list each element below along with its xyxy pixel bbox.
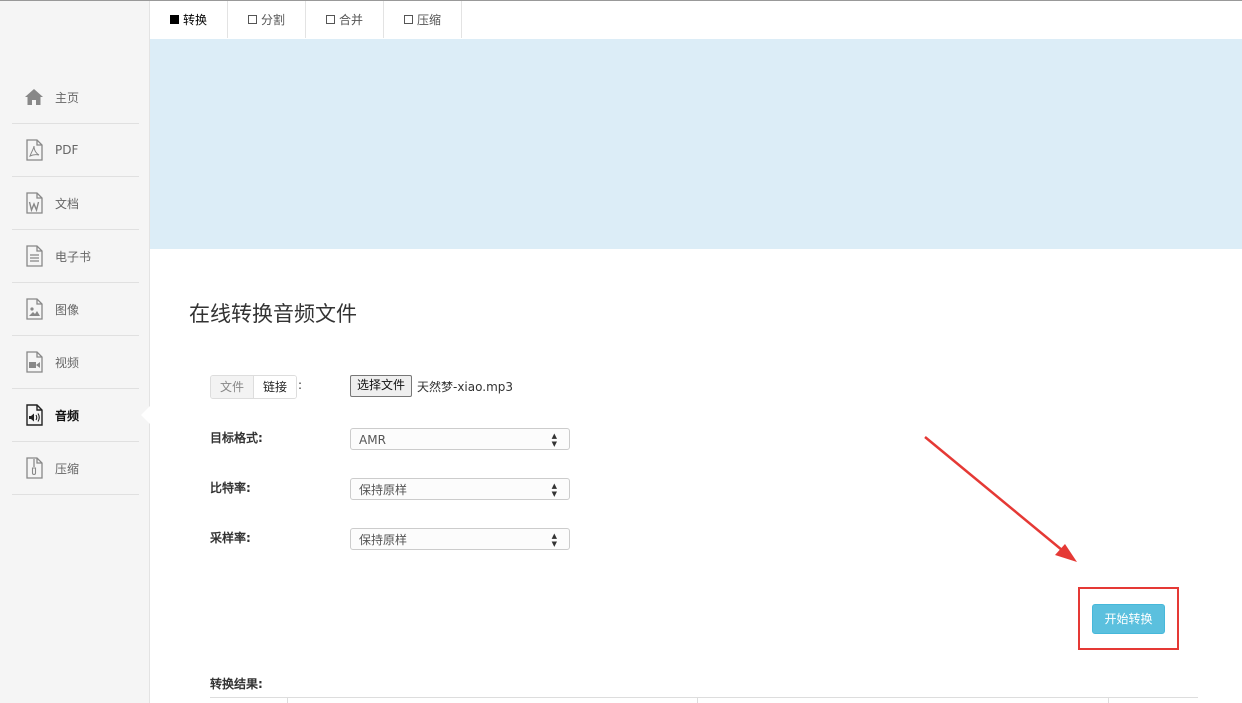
- page-title: 在线转换音频文件: [189, 302, 357, 326]
- result-label: 转换结果:: [210, 677, 263, 691]
- image-file-icon: [26, 298, 43, 320]
- word-file-icon: [26, 192, 43, 214]
- sidebar-item-label: 图像: [55, 302, 80, 317]
- sidebar-item-archive[interactable]: 压缩: [12, 442, 139, 495]
- sidebar-nav: 主页 PDF 文档 电子书 图像 视频 音频 压缩: [12, 71, 150, 495]
- target-format-label: 目标格式:: [210, 431, 263, 445]
- select-arrows-icon: ▲ ▼: [551, 482, 557, 498]
- checkbox-empty-icon: [248, 15, 258, 24]
- source-colon: :: [298, 378, 303, 392]
- sidebar-item-label: 视频: [55, 355, 80, 370]
- choose-file-button[interactable]: 选择文件: [350, 375, 413, 397]
- tab-convert[interactable]: 转换: [150, 1, 229, 38]
- result-table-border: [210, 697, 1198, 698]
- target-format-select[interactable]: AMR ▲ ▼: [350, 428, 570, 450]
- checkbox-empty-icon: [326, 15, 336, 24]
- tab-split[interactable]: 分割: [228, 1, 307, 38]
- sidebar: 主页 PDF 文档 电子书 图像 视频 音频 压缩: [0, 1, 150, 703]
- tab-label: 分割: [261, 13, 286, 27]
- sidebar-item-image[interactable]: 图像: [12, 283, 139, 336]
- sidebar-item-video[interactable]: 视频: [12, 336, 139, 389]
- sidebar-item-label: 主页: [55, 90, 80, 105]
- sidebar-item-label: 压缩: [55, 461, 80, 476]
- sidebar-item-ebook[interactable]: 电子书: [12, 230, 139, 283]
- source-link-option[interactable]: 链接: [254, 376, 297, 398]
- checkbox-filled-icon: [170, 15, 179, 24]
- archive-file-icon: [26, 457, 43, 479]
- select-arrows-icon: ▲ ▼: [551, 532, 557, 548]
- home-icon: [25, 89, 43, 105]
- sidebar-item-pdf[interactable]: PDF: [12, 124, 139, 177]
- sidebar-item-audio[interactable]: 音频: [12, 389, 150, 442]
- selected-file-name: 天然梦-xiao.mp3: [417, 380, 514, 394]
- bitrate-value: 保持原样: [359, 483, 408, 497]
- source-file-option[interactable]: 文件: [211, 376, 255, 398]
- tab-merge[interactable]: 合并: [306, 1, 385, 38]
- sample-rate-label: 采样率:: [210, 531, 251, 545]
- tab-compress[interactable]: 压缩: [384, 1, 463, 38]
- red-annotation-arrow: [924, 436, 1077, 562]
- sidebar-item-home[interactable]: 主页: [12, 71, 139, 124]
- video-file-icon: [26, 351, 43, 373]
- sample-rate-value: 保持原样: [359, 533, 408, 547]
- result-table-divider: [287, 697, 288, 703]
- source-toggle: 文件 链接: [210, 375, 298, 399]
- checkbox-empty-icon: [404, 15, 414, 24]
- ebook-file-icon: [26, 245, 43, 267]
- sidebar-item-label: 电子书: [55, 249, 92, 264]
- bitrate-label: 比特率:: [210, 481, 251, 495]
- pdf-file-icon: [26, 139, 43, 161]
- sidebar-item-label: 音频: [55, 408, 80, 423]
- result-table-divider: [1108, 697, 1109, 703]
- tab-label: 压缩: [417, 13, 442, 27]
- start-convert-button[interactable]: 开始转换: [1092, 604, 1165, 634]
- sidebar-item-label: PDF: [55, 143, 79, 157]
- tab-label: 转换: [183, 13, 208, 27]
- select-arrows-icon: ▲ ▼: [551, 432, 557, 448]
- result-table-divider: [697, 697, 698, 703]
- sidebar-item-document[interactable]: 文档: [12, 177, 139, 230]
- target-format-value: AMR: [359, 433, 386, 447]
- bitrate-select[interactable]: 保持原样 ▲ ▼: [350, 478, 570, 500]
- tab-bar: 转换 分割 合并 压缩: [150, 1, 463, 39]
- tab-label: 合并: [339, 13, 364, 27]
- banner-area: [150, 39, 1242, 249]
- sidebar-item-label: 文档: [55, 196, 80, 211]
- audio-file-icon: [26, 404, 43, 426]
- sample-rate-select[interactable]: 保持原样 ▲ ▼: [350, 528, 570, 550]
